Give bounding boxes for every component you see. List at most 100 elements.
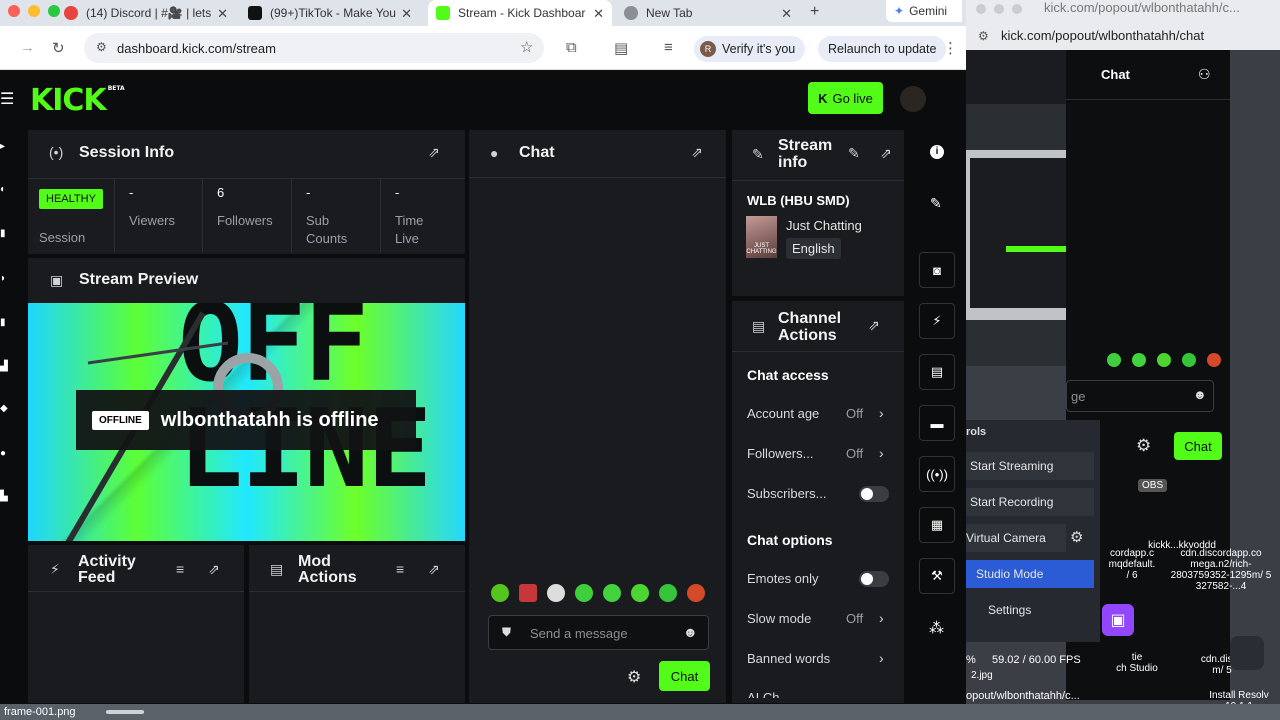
chat-settings-gear-icon[interactable]: ⚙ — [627, 667, 641, 687]
minimize-window-button[interactable] — [994, 4, 1004, 14]
twitch-studio-icon[interactable]: ▣ — [1102, 604, 1134, 636]
virtual-camera-settings-icon[interactable]: ⚙ — [1070, 528, 1083, 546]
popout-icon[interactable]: ⇗ — [208, 561, 220, 578]
chevron-right-icon[interactable]: › — [879, 405, 884, 421]
chat-message-input[interactable]: ⛊ Send a message ☻ — [488, 615, 709, 650]
chevron-right-icon[interactable]: › — [879, 650, 884, 666]
emote-icon[interactable] — [687, 584, 705, 602]
start-recording-button[interactable]: Start Recording — [966, 488, 1094, 516]
site-settings-icon[interactable]: ⚙ — [96, 40, 107, 54]
tab-new-tab[interactable]: New Tab ✕ — [616, 0, 800, 26]
sidebar-tools-icon[interactable]: ◆ — [0, 403, 9, 414]
reload-icon[interactable]: ↻ — [52, 39, 65, 57]
sidebar-analytics-icon[interactable]: ▟ — [0, 361, 9, 372]
popout-chat-input[interactable]: ge ☻ — [1066, 380, 1214, 412]
edit-icon[interactable]: ✎ — [930, 195, 942, 212]
bookmark-star-icon[interactable]: ☆ — [520, 38, 533, 56]
popout-icon[interactable]: ⇗ — [868, 317, 880, 334]
session-info-toggle[interactable]: ((•)) — [919, 456, 955, 492]
stream-preview-toggle[interactable]: ◙ — [919, 252, 955, 288]
chevron-right-icon[interactable]: › — [879, 445, 884, 461]
studio-mode-button[interactable]: Studio Mode — [966, 560, 1094, 588]
site-settings-icon[interactable]: ⚙ — [978, 29, 989, 43]
users-icon[interactable]: ⚇ — [1198, 66, 1211, 83]
emoji-picker-icon[interactable]: ☻ — [683, 624, 698, 640]
tab-tiktok[interactable]: (99+)TikTok - Make You ✕ — [240, 0, 420, 26]
banned-words-label[interactable]: Banned words — [747, 651, 830, 666]
edit-pencil-icon[interactable]: ✎ — [848, 145, 860, 162]
slow-mode-label[interactable]: Slow mode — [747, 611, 811, 626]
emote-icon[interactable] — [575, 584, 593, 602]
sidebar-home-icon[interactable]: ◐ — [0, 184, 9, 195]
address-bar[interactable]: ⚙ dashboard.kick.com/stream ☆ — [84, 33, 544, 63]
emote-icon[interactable] — [631, 584, 649, 602]
go-live-button[interactable]: K Go live — [808, 82, 883, 114]
media-controls-icon[interactable]: ≡ — [664, 39, 673, 56]
more-widgets-icon[interactable]: ⁂ — [929, 619, 944, 637]
emote-icon[interactable] — [1182, 353, 1196, 367]
close-tab-icon[interactable]: ✕ — [593, 6, 604, 22]
emote-icon[interactable] — [659, 584, 677, 602]
stream-info-toggle[interactable]: ▦ — [919, 507, 955, 543]
extensions-icon[interactable]: ⧉ — [566, 39, 577, 56]
desktop-file-label[interactable]: cdn.discordapp.co mega.n2/rich- 28037593… — [1162, 548, 1280, 592]
close-tab-icon[interactable]: ✕ — [401, 6, 412, 22]
davinci-resolve-icon[interactable] — [1230, 636, 1264, 670]
followers-only-label[interactable]: Followers... — [747, 446, 813, 461]
channel-actions-toggle[interactable]: ⚒ — [919, 558, 955, 594]
filter-icon[interactable]: ≡ — [396, 561, 404, 577]
maximize-window-button[interactable] — [1012, 4, 1022, 14]
send-chat-button[interactable]: Chat — [659, 661, 710, 691]
close-window-button[interactable] — [976, 4, 986, 14]
sidebar-community-icon[interactable]: ◗ — [0, 273, 9, 284]
verify-identity-button[interactable]: R Verify it's you — [694, 36, 806, 62]
account-age-label[interactable]: Account age — [747, 406, 819, 421]
popout-icon[interactable]: ⇗ — [428, 144, 440, 161]
emote-icon[interactable] — [547, 584, 565, 602]
kick-logo[interactable]: KICK BETA — [30, 83, 125, 118]
popout-icon[interactable]: ⇗ — [428, 561, 440, 578]
scrollbar-handle[interactable] — [106, 710, 144, 714]
emote-icon[interactable] — [603, 584, 621, 602]
popout-icon[interactable]: ⇗ — [880, 145, 892, 162]
close-tab-icon[interactable]: ✕ — [781, 6, 792, 22]
desktop-file-label[interactable]: tie ch Studio — [1102, 652, 1172, 674]
close-window-button[interactable] — [8, 5, 20, 17]
emote-icon[interactable] — [1132, 353, 1146, 367]
stream-preview-image[interactable]: OFF LINE OFFLINE wlbonthatahh is offline — [28, 303, 465, 541]
forward-icon[interactable]: → — [20, 39, 35, 56]
popout-send-chat-button[interactable]: Chat — [1174, 432, 1222, 460]
chat-settings-gear-icon[interactable]: ⚙ — [1136, 436, 1151, 456]
frame-file-label[interactable]: frame-001.png — [4, 706, 76, 718]
relaunch-update-button[interactable]: Relaunch to update — [818, 36, 947, 62]
emote-icon[interactable] — [491, 584, 509, 602]
tab-discord[interactable]: (14) Discord | #🎥 | lets ✕ — [56, 0, 236, 26]
sidebar-settings-icon[interactable]: ▙ — [0, 491, 9, 502]
activity-feed-toggle[interactable]: ⚡ — [919, 303, 955, 339]
emoji-picker-icon[interactable]: ☻ — [1193, 387, 1207, 402]
emote-icon[interactable] — [1207, 353, 1221, 367]
sidebar-chat-icon[interactable]: ▮ — [0, 317, 9, 328]
reading-mode-icon[interactable]: ▤ — [614, 39, 628, 57]
desktop-file-label[interactable]: cordapp.c mqdefault. / 6 — [1102, 548, 1162, 581]
chat-toggle[interactable]: ▬ — [919, 405, 955, 441]
emote-icon[interactable] — [1157, 353, 1171, 367]
browser-menu-icon[interactable]: ⋮ — [943, 39, 958, 57]
sidebar-users-icon[interactable]: ● — [0, 448, 9, 459]
emote-icon[interactable] — [1107, 353, 1121, 367]
info-icon[interactable]: i — [930, 145, 944, 159]
start-streaming-button[interactable]: Start Streaming — [966, 452, 1094, 480]
gemini-button[interactable]: ✦ Gemini — [886, 0, 962, 22]
new-tab-icon[interactable]: + — [810, 3, 819, 21]
emotes-only-toggle[interactable] — [859, 571, 889, 587]
sidebar-library-icon[interactable]: ▮ — [0, 228, 9, 239]
desktop-file-label[interactable]: 2.jpg — [971, 670, 993, 681]
hamburger-menu-icon[interactable]: ☰ — [0, 89, 14, 109]
subscribers-only-toggle[interactable] — [859, 486, 889, 502]
chevron-right-icon[interactable]: › — [879, 610, 884, 626]
mod-actions-toggle[interactable]: ▤ — [919, 354, 955, 390]
close-tab-icon[interactable]: ✕ — [217, 6, 228, 22]
sidebar-stream-icon[interactable]: ▸ — [0, 141, 9, 152]
desktop-file-label[interactable]: Install Resolv 19.1.1 — [1198, 690, 1280, 704]
virtual-camera-button[interactable]: Virtual Camera — [966, 524, 1066, 552]
